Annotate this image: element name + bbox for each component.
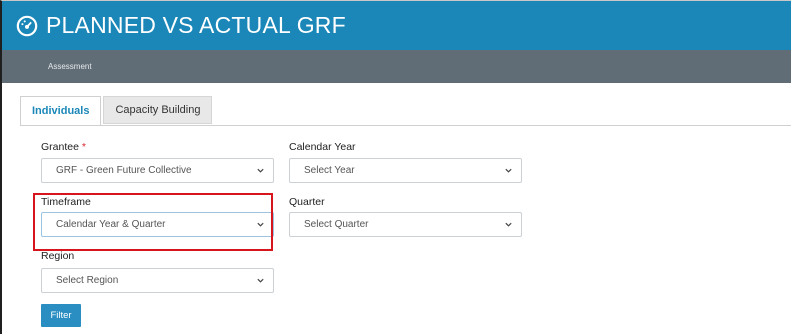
breadcrumb[interactable]: Assessment [48, 62, 92, 71]
grantee-select[interactable]: GRF - Green Future Collective [41, 158, 274, 183]
quarter-label: Quarter [289, 196, 325, 208]
calendar-year-select[interactable]: Select Year [289, 158, 522, 183]
required-mark: * [81, 141, 86, 153]
dashboard-gauge-icon [16, 15, 38, 36]
page-title: PLANNED VS ACTUAL GRF [46, 12, 346, 38]
highlight-box [33, 193, 273, 251]
chevron-down-icon [505, 222, 512, 227]
tab-divider [20, 125, 791, 126]
calendar-year-label: Calendar Year [289, 141, 356, 153]
quarter-select-value: Select Quarter [304, 219, 369, 230]
chevron-down-icon [257, 278, 264, 283]
grantee-select-value: GRF - Green Future Collective [56, 165, 192, 176]
tab-individuals[interactable]: Individuals [20, 96, 102, 126]
tab-strip: Individuals Capacity Building [20, 96, 213, 126]
region-label: Region [41, 250, 75, 262]
region-select-value: Select Region [56, 275, 119, 286]
quarter-select[interactable]: Select Quarter [289, 212, 522, 237]
chevron-down-icon [505, 168, 512, 173]
chevron-down-icon [257, 168, 264, 173]
breadcrumb-bar: Assessment [2, 50, 791, 83]
filter-button[interactable]: Filter [41, 304, 81, 327]
tab-capacity-building[interactable]: Capacity Building [103, 96, 213, 124]
calendar-year-select-value: Select Year [304, 165, 355, 176]
grantee-label-text: Grantee [41, 141, 79, 153]
grantee-label: Grantee * [41, 141, 86, 153]
region-select[interactable]: Select Region [41, 268, 274, 293]
page-header: PLANNED VS ACTUAL GRF [2, 1, 791, 50]
